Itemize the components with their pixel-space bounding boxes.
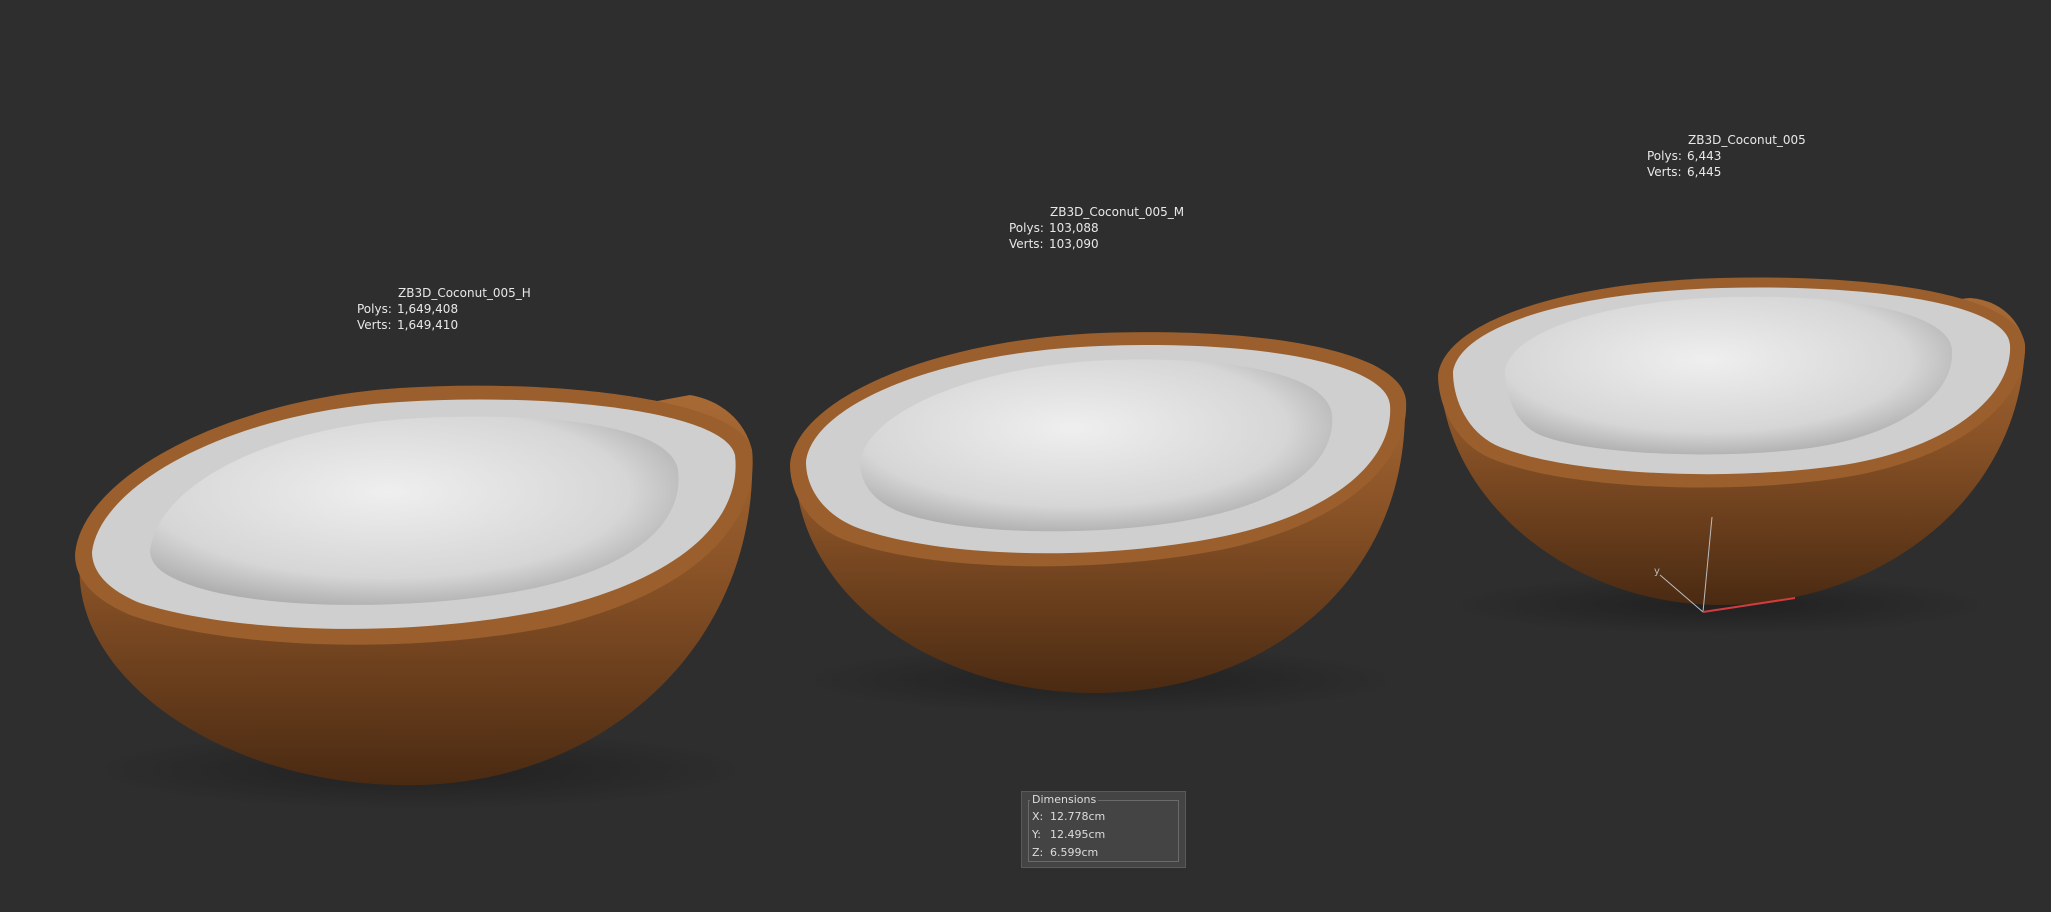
- dimension-y-value: 12.495cm: [1050, 828, 1106, 841]
- polys-value: 103,088: [1049, 221, 1099, 235]
- verts-row: Verts: 6,445: [1647, 164, 1806, 180]
- verts-value: 6,445: [1687, 165, 1722, 179]
- dimension-y-row: Y: 12.495cm: [1032, 828, 1105, 841]
- verts-row: Verts: 1,649,410: [357, 317, 531, 333]
- verts-row: Verts: 103,090: [1009, 236, 1184, 252]
- verts-label: Verts:: [357, 318, 392, 332]
- 3d-viewport[interactable]: y ZB3D_Coconut_005_H Polys: 1,649,408 Ver…: [0, 0, 2051, 912]
- polys-row: Polys: 103,088: [1009, 220, 1184, 236]
- verts-label: Verts:: [1647, 165, 1682, 179]
- polys-row: Polys: 1,649,408: [357, 301, 531, 317]
- coconut-l-model[interactable]: [1438, 277, 2026, 635]
- polys-row: Polys: 6,443: [1647, 148, 1806, 164]
- coconut-h-stats: ZB3D_Coconut_005_H Polys: 1,649,408 Verts…: [357, 285, 531, 333]
- polys-label: Polys:: [357, 302, 392, 316]
- coconut-h-model[interactable]: [75, 385, 753, 810]
- verts-label: Verts:: [1009, 237, 1044, 251]
- dimension-z-label: Z:: [1032, 846, 1044, 859]
- verts-value: 1,649,410: [397, 318, 459, 332]
- object-name: ZB3D_Coconut_005_M: [1050, 205, 1185, 219]
- dimension-x-label: X:: [1032, 810, 1044, 823]
- object-name: ZB3D_Coconut_005: [1688, 133, 1806, 147]
- coconut-m-stats: ZB3D_Coconut_005_M Polys: 103,088 Verts: 1…: [1009, 204, 1184, 252]
- coconut-m-model[interactable]: [790, 332, 1407, 714]
- dimension-z-value: 6.599cm: [1050, 846, 1099, 859]
- polys-value: 1,649,408: [397, 302, 459, 316]
- object-name: ZB3D_Coconut_005_H: [398, 286, 531, 300]
- dimension-x-value: 12.778cm: [1050, 810, 1106, 823]
- dimensions-title: Dimensions: [1030, 793, 1099, 806]
- gizmo-y-label: y: [1654, 566, 1660, 577]
- dimensions-panel: Dimensions X: 12.778cm Y: 12.495cm Z: 6.599…: [1021, 791, 1186, 868]
- verts-value: 103,090: [1049, 237, 1099, 251]
- dimension-x-row: X: 12.778cm: [1032, 810, 1105, 823]
- polys-label: Polys:: [1647, 149, 1682, 163]
- dimension-y-label: Y:: [1032, 828, 1041, 841]
- dimension-z-row: Z: 6.599cm: [1032, 846, 1098, 859]
- coconut-l-stats: ZB3D_Coconut_005 Polys: 6,443 Verts: 6,445: [1647, 132, 1806, 180]
- polys-label: Polys:: [1009, 221, 1044, 235]
- polys-value: 6,443: [1687, 149, 1722, 163]
